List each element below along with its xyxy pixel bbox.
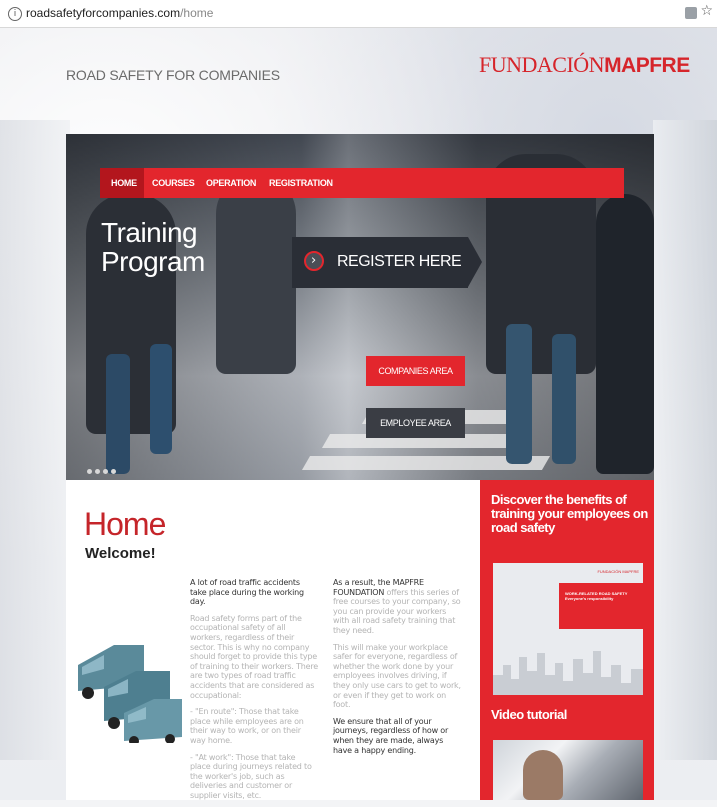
intro-text-column: A lot of road traffic accidents take pla…: [190, 578, 318, 807]
happy-ending-paragraph: We ensure that all of your journeys, reg…: [333, 716, 449, 755]
doc-brand: FUNDACIÓN MAPFRE: [597, 569, 639, 574]
sidebar-title: Discover the benefits of training your e…: [491, 492, 648, 535]
video-tutorial-thumbnail[interactable]: [493, 740, 643, 800]
slider-pagination: [87, 461, 119, 479]
background-decoration-right: [653, 120, 717, 760]
nav-item-operation[interactable]: OPERATION: [206, 178, 256, 188]
hero-title-line-1: Training: [101, 217, 198, 248]
browser-address-bar: i roadsafetyforcompanies.com/home ☆: [0, 0, 717, 28]
background-decoration-left: [0, 120, 70, 760]
slider-dot[interactable]: [103, 469, 108, 474]
main-navigation: HOME COURSES OPERATION REGISTRATION: [100, 168, 624, 198]
en-route-paragraph: - "En route": Those that take place whil…: [190, 707, 304, 745]
site-tagline: ROAD SAFETY FOR COMPANIES: [66, 67, 280, 83]
register-label: REGISTER HERE: [337, 253, 462, 270]
page-title: Home: [84, 506, 166, 542]
city-skyline-graphic: [493, 651, 643, 695]
translate-icon[interactable]: [685, 7, 697, 19]
nav-item-courses[interactable]: COURSES: [152, 178, 195, 188]
url-field[interactable]: roadsafetyforcompanies.com/home: [26, 6, 213, 20]
hero-title-line-2: Program: [101, 246, 205, 277]
vans-image: [78, 645, 182, 743]
info-icon[interactable]: i: [8, 7, 22, 21]
nav-item-registration[interactable]: REGISTRATION: [269, 178, 333, 188]
road-safety-guide-thumbnail[interactable]: FUNDACIÓN MAPFRE WORK-RELATED ROAD SAFET…: [493, 563, 643, 695]
slider-dot[interactable]: [95, 469, 100, 474]
hero-title: Training Program: [101, 218, 205, 276]
fundacion-mapfre-logo[interactable]: FUNDACIÓNMAPFRE: [479, 52, 690, 78]
video-tutorial-heading: Video tutorial: [491, 707, 567, 722]
person-image: [523, 750, 563, 800]
workplace-safety-paragraph: This will make your workplace safer for …: [333, 642, 461, 710]
at-work-paragraph: - "At work": Those that take place durin…: [190, 752, 312, 800]
register-here-button[interactable]: › REGISTER HERE: [292, 237, 482, 288]
welcome-heading: Welcome!: [85, 545, 156, 562]
nav-item-home[interactable]: HOME: [111, 178, 137, 188]
intro-paragraph: Road safety forms part of the occupation…: [190, 613, 319, 700]
companies-area-button[interactable]: COMPANIES AREA: [366, 356, 465, 386]
slider-dot[interactable]: [111, 469, 116, 474]
star-icon[interactable]: ☆: [700, 3, 713, 19]
doc-cover-label: WORK-RELATED ROAD SAFETY Everyone's respo…: [559, 583, 643, 629]
employee-area-button[interactable]: EMPLOYEE AREA: [366, 408, 465, 438]
slider-dot[interactable]: [87, 469, 92, 474]
arrow-shape: [468, 237, 482, 287]
result-text-column: As a result, the MAPFRE FOUNDATION offer…: [333, 578, 461, 762]
doc-subtitle: Everyone's responsibility: [565, 596, 614, 601]
chevron-right-icon: ›: [304, 251, 324, 271]
intro-lead: A lot of road traffic accidents take pla…: [190, 578, 304, 607]
